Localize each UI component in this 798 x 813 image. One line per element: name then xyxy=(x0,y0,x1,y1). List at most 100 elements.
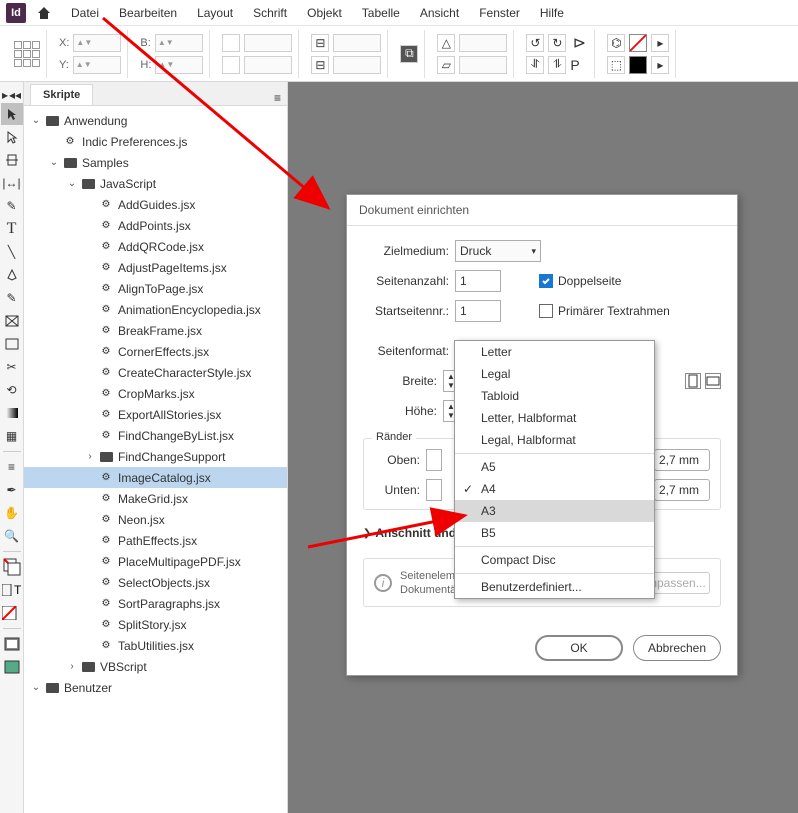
orientation-landscape-icon[interactable] xyxy=(705,373,721,389)
doppelseite-checkbox[interactable] xyxy=(539,274,553,288)
flip-h-icon[interactable]: ⊳ xyxy=(570,34,588,52)
note-tool-icon[interactable]: ≡ xyxy=(1,456,23,478)
scale-x-field[interactable] xyxy=(244,34,292,52)
scissors-tool-icon[interactable]: ✂ xyxy=(1,356,23,378)
menu-hilfe[interactable]: Hilfe xyxy=(531,0,573,26)
rotate-icon[interactable]: △ xyxy=(437,34,455,52)
text-mode-icon[interactable]: P xyxy=(570,57,588,73)
disclosure-icon[interactable]: › xyxy=(64,661,80,672)
more-icon[interactable]: ▸ xyxy=(651,34,669,52)
fill-swatch-icon[interactable] xyxy=(629,56,647,74)
pen-tool-icon[interactable] xyxy=(1,264,23,286)
tree-row[interactable]: ⚙Indic Preferences.js xyxy=(24,131,287,152)
tree-row[interactable]: ⚙ImageCatalog.jsx xyxy=(24,467,287,488)
tree-row[interactable]: ⚙FindChangeByList.jsx xyxy=(24,425,287,446)
dropdown-item[interactable]: Legal xyxy=(455,363,654,385)
dropdown-item[interactable]: Letter, Halbformat xyxy=(455,407,654,429)
x-field[interactable]: ▲▼ xyxy=(73,34,121,52)
tree-row[interactable]: ⚙Neon.jsx xyxy=(24,509,287,530)
menu-ansicht[interactable]: Ansicht xyxy=(411,0,468,26)
link-icon[interactable]: ⧉ xyxy=(400,45,418,63)
dropdown-item[interactable]: Tabloid xyxy=(455,385,654,407)
seitenformat-dropdown[interactable]: LetterLegalTabloidLetter, HalbformatLega… xyxy=(454,340,655,599)
oben-stepper[interactable] xyxy=(426,449,442,471)
hand-tool-icon[interactable]: ✋ xyxy=(1,502,23,524)
align-h-field[interactable] xyxy=(333,34,381,52)
tree-row[interactable]: ⚙BreakFrame.jsx xyxy=(24,320,287,341)
dropdown-item[interactable]: B5 xyxy=(455,522,654,547)
tree-row[interactable]: ⚙SplitStory.jsx xyxy=(24,614,287,635)
dropdown-item[interactable]: A3 xyxy=(455,500,654,522)
align-h-icon[interactable]: ⊟ xyxy=(311,34,329,52)
gradient-feather-tool-icon[interactable]: ▦ xyxy=(1,425,23,447)
format-container-icon[interactable]: T xyxy=(1,579,23,601)
panel-menu-icon[interactable]: ≡ xyxy=(268,91,287,105)
scale-y-icon[interactable] xyxy=(222,56,240,74)
eyedropper-tool-icon[interactable]: ✒ xyxy=(1,479,23,501)
stroke-swatch-icon[interactable] xyxy=(629,34,647,52)
app-logo-icon[interactable]: Id xyxy=(6,3,26,23)
free-transform-tool-icon[interactable]: ⟲ xyxy=(1,379,23,401)
select-icon[interactable]: ⬚ xyxy=(607,56,625,74)
shear-field[interactable] xyxy=(459,56,507,74)
h-field[interactable]: ▲▼ xyxy=(155,56,203,74)
ok-button[interactable]: OK xyxy=(535,635,623,661)
shear-icon[interactable]: ▱ xyxy=(437,56,455,74)
tree-row[interactable]: ›VBScript xyxy=(24,656,287,677)
disclosure-icon[interactable]: ⌄ xyxy=(28,682,44,693)
menu-layout[interactable]: Layout xyxy=(188,0,242,26)
tree-row[interactable]: ›FindChangeSupport xyxy=(24,446,287,467)
disclosure-icon[interactable]: › xyxy=(82,451,98,462)
reference-point-grid[interactable] xyxy=(14,41,40,67)
dropdown-item[interactable]: Letter xyxy=(455,341,654,363)
tree-row[interactable]: ⚙AdjustPageItems.jsx xyxy=(24,257,287,278)
tree-row[interactable]: ⚙MakeGrid.jsx xyxy=(24,488,287,509)
dropdown-item[interactable]: Legal, Halbformat xyxy=(455,429,654,454)
flip-v-icon[interactable]: ⥯ xyxy=(526,56,544,74)
menu-datei[interactable]: Datei xyxy=(62,0,108,26)
y-field[interactable]: ▲▼ xyxy=(73,56,121,74)
tree-row[interactable]: ⚙CornerEffects.jsx xyxy=(24,341,287,362)
tree-row[interactable]: ⌄Benutzer xyxy=(24,677,287,698)
tree-row[interactable]: ⚙PlaceMultipagePDF.jsx xyxy=(24,551,287,572)
unten-stepper[interactable] xyxy=(426,479,442,501)
zielmedium-select[interactable]: Druck▾ xyxy=(455,240,541,262)
arrange-icon[interactable]: ⌬ xyxy=(607,34,625,52)
tree-row[interactable]: ⚙TabUtilities.jsx xyxy=(24,635,287,656)
tree-row[interactable]: ⚙AnimationEncyclopedia.jsx xyxy=(24,299,287,320)
seitenanzahl-input[interactable] xyxy=(455,270,501,292)
home-icon[interactable] xyxy=(28,5,60,21)
rectangle-tool-icon[interactable] xyxy=(1,333,23,355)
tree-row[interactable]: ⚙SortParagraphs.jsx xyxy=(24,593,287,614)
tree-row[interactable]: ⚙AddGuides.jsx xyxy=(24,194,287,215)
b-field[interactable]: ▲▼ xyxy=(155,34,203,52)
scale-x-icon[interactable] xyxy=(222,34,240,52)
dropdown-item[interactable]: ✓A4 xyxy=(455,478,654,500)
zoom-tool-icon[interactable]: 🔍 xyxy=(1,525,23,547)
disclosure-icon[interactable]: ⌄ xyxy=(28,115,44,126)
gradient-swatch-tool-icon[interactable] xyxy=(1,402,23,424)
dropdown-item[interactable]: Compact Disc xyxy=(455,549,654,574)
type-tool-icon[interactable]: T xyxy=(1,218,23,240)
view-mode-icon[interactable] xyxy=(1,633,23,655)
rotate-cw-icon[interactable]: ↻ xyxy=(548,34,566,52)
disclosure-icon[interactable]: ⌄ xyxy=(64,178,80,189)
flip-v2-icon[interactable]: ⥮ xyxy=(548,56,566,74)
tree-row[interactable]: ⚙PathEffects.jsx xyxy=(24,530,287,551)
menu-fenster[interactable]: Fenster xyxy=(470,0,529,26)
content-collector-tool-icon[interactable]: ✎ xyxy=(1,195,23,217)
anschnitt-label[interactable]: Anschnitt und xyxy=(375,526,456,540)
orientation-portrait-icon[interactable] xyxy=(685,373,701,389)
dropdown-item[interactable]: A5 xyxy=(455,456,654,478)
dropdown-item[interactable]: Benutzerdefiniert... xyxy=(455,576,654,598)
startseite-input[interactable] xyxy=(455,300,501,322)
menu-bearbeiten[interactable]: Bearbeiten xyxy=(110,0,186,26)
tree-row[interactable]: ⌄JavaScript xyxy=(24,173,287,194)
selection-tool-icon[interactable] xyxy=(1,103,23,125)
cancel-button[interactable]: Abbrechen xyxy=(633,635,721,661)
menu-tabelle[interactable]: Tabelle xyxy=(353,0,409,26)
margin-right-input[interactable] xyxy=(654,449,710,471)
direct-selection-tool-icon[interactable] xyxy=(1,126,23,148)
rotate-ccw-icon[interactable]: ↺ xyxy=(526,34,544,52)
tree-row[interactable]: ⚙AddPoints.jsx xyxy=(24,215,287,236)
